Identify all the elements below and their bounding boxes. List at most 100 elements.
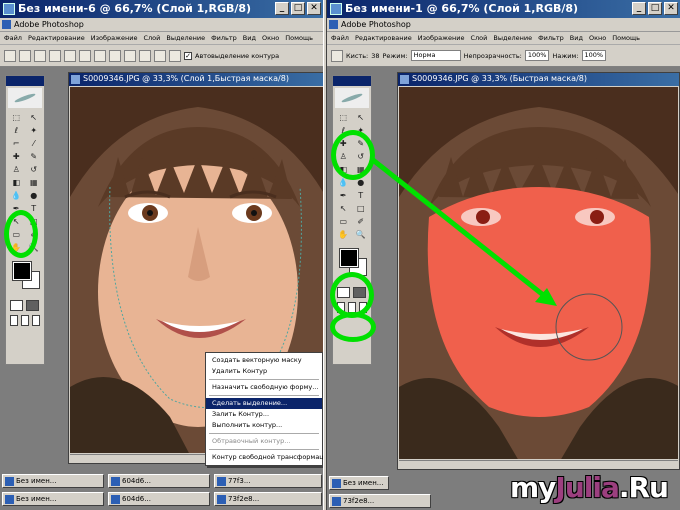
menu-edit[interactable]: Редактирование — [355, 34, 412, 44]
rounded-rect-icon[interactable] — [109, 49, 121, 62]
magic-wand-icon[interactable]: ✦ — [25, 125, 42, 137]
dodge-tool-icon[interactable]: ● — [25, 190, 42, 202]
mode-select[interactable]: Норма — [410, 50, 461, 61]
notes-tool-icon[interactable]: ▭ — [335, 216, 352, 228]
menu-filter[interactable]: Фильтр — [211, 34, 237, 44]
opacity-field[interactable]: 100% — [524, 50, 550, 61]
ctx-create-vector-mask[interactable]: Создать векторную маску — [206, 355, 322, 366]
ctx-delete-path[interactable]: Удалить Контур — [206, 366, 322, 377]
quick-mask-mode-button[interactable] — [353, 287, 366, 298]
fill-pixels-icon[interactable] — [49, 49, 61, 62]
toolbox-header[interactable] — [6, 76, 44, 86]
pen-tool-icon[interactable]: ✒ — [335, 190, 352, 202]
shape-tool-icon[interactable]: □ — [25, 216, 42, 228]
menu-window[interactable]: Окно — [589, 34, 606, 44]
eyedropper-icon[interactable]: ✐ — [25, 229, 42, 241]
menu-file[interactable]: Файл — [331, 34, 349, 44]
photoshop-feather-logo[interactable] — [8, 88, 42, 108]
task-73f2e8-right[interactable]: 73f2e8... — [329, 494, 431, 508]
slice-tool-icon[interactable]: ⁄ — [25, 138, 42, 150]
ctx-define-custom-shape[interactable]: Назначить свободную форму... — [206, 382, 322, 393]
menu-file[interactable]: Файл — [4, 34, 22, 44]
menu-view[interactable]: Вид — [243, 34, 256, 44]
marquee-tool-icon[interactable]: ⬚ — [335, 112, 352, 124]
eraser-icon[interactable]: ◧ — [335, 164, 352, 176]
pen-icon[interactable] — [64, 49, 76, 62]
task-77f3[interactable]: 77f3... — [214, 474, 322, 488]
paths-icon[interactable] — [34, 49, 46, 62]
rectangle-icon[interactable] — [94, 49, 106, 62]
hand-tool-icon[interactable]: ✋ — [8, 242, 25, 254]
right-window-titlebar[interactable]: Без имени-1 @ 66,7% (Слой 1,RGB/8) _ □ ✕ — [327, 0, 680, 18]
task-untitled-right[interactable]: Без имен... — [329, 476, 389, 490]
polygon-icon[interactable] — [139, 49, 151, 62]
menu-help[interactable]: Помощь — [285, 34, 313, 44]
foreground-color-swatch[interactable] — [12, 261, 32, 281]
type-tool-icon[interactable]: T — [25, 203, 42, 215]
crop-tool-icon[interactable]: ⌐ — [8, 138, 25, 150]
task-73f2e8[interactable]: 73f2e8... — [214, 492, 322, 506]
menu-window[interactable]: Окно — [262, 34, 279, 44]
toolbox-header[interactable] — [333, 76, 371, 86]
ctx-fill-path[interactable]: Залить Контур... — [206, 409, 322, 420]
right-document-hscroll[interactable] — [399, 460, 678, 469]
shape-layers-icon[interactable] — [19, 49, 31, 62]
left-window-titlebar[interactable]: Без имени-6 @ 66,7% (Слой 1,RGB/8) _ □ ✕ — [0, 0, 323, 18]
healing-brush-icon[interactable]: ✚ — [8, 151, 25, 163]
screen-mode-standard[interactable] — [337, 302, 345, 313]
auto-add-delete-checkbox[interactable]: ✓ — [184, 51, 192, 60]
menu-layer[interactable]: Слой — [470, 34, 487, 44]
minimize-button[interactable]: _ — [632, 2, 646, 15]
menu-image[interactable]: Изображение — [418, 34, 465, 44]
flow-field[interactable]: 100% — [581, 50, 607, 61]
ctx-free-transform-path[interactable]: Контур свободной трансформации — [206, 452, 323, 463]
menu-view[interactable]: Вид — [570, 34, 583, 44]
brush-preset-icon[interactable] — [331, 49, 343, 62]
ellipse-icon[interactable] — [124, 49, 136, 62]
brush-size[interactable]: 38 — [371, 52, 379, 60]
task-untitled-2[interactable]: Без имен... — [2, 492, 104, 506]
magic-wand-icon[interactable]: ✦ — [352, 125, 369, 137]
marquee-tool-icon[interactable]: ⬚ — [8, 112, 25, 124]
close-button[interactable]: ✕ — [307, 2, 321, 15]
right-document-titlebar[interactable]: S0009346.JPG @ 33,3% (Быстрая маска/8) — [398, 73, 679, 86]
zoom-tool-icon[interactable]: 🔍 — [25, 242, 42, 254]
menu-help[interactable]: Помощь — [612, 34, 640, 44]
line-icon[interactable] — [154, 49, 166, 62]
gradient-icon[interactable]: ▦ — [25, 177, 42, 189]
screen-mode-full[interactable] — [359, 302, 367, 313]
eraser-icon[interactable]: ◧ — [8, 177, 25, 189]
standard-mode-button[interactable] — [337, 287, 350, 298]
standard-mode-button[interactable] — [10, 300, 23, 311]
notes-tool-icon[interactable]: ▭ — [8, 229, 25, 241]
screen-mode-full[interactable] — [32, 315, 40, 326]
history-brush-icon[interactable]: ↺ — [25, 164, 42, 176]
close-button[interactable]: ✕ — [664, 2, 678, 15]
lasso-tool-icon[interactable]: ℓ — [8, 125, 25, 137]
screen-mode-standard[interactable] — [10, 315, 18, 326]
menu-image[interactable]: Изображение — [91, 34, 138, 44]
quick-mask-mode-button[interactable] — [26, 300, 39, 311]
custom-shape-icon[interactable] — [169, 49, 181, 62]
clone-stamp-icon[interactable]: ♙ — [8, 164, 25, 176]
move-tool-icon[interactable]: ↖ — [25, 112, 42, 124]
maximize-button[interactable]: □ — [291, 2, 305, 15]
foreground-color-swatch[interactable] — [339, 248, 359, 268]
hand-tool-icon[interactable]: ✋ — [335, 229, 352, 241]
ctx-make-selection[interactable]: Сделать выделение... — [206, 398, 322, 409]
blur-tool-icon[interactable]: 💧 — [8, 190, 25, 202]
path-select-icon[interactable]: ↖ — [335, 203, 352, 215]
photoshop-feather-logo[interactable] — [335, 88, 369, 108]
healing-brush-icon[interactable]: ✚ — [335, 138, 352, 150]
pen-tool-preset-icon[interactable] — [4, 49, 16, 62]
task-604d6-2[interactable]: 604d6... — [108, 492, 210, 506]
menu-edit[interactable]: Редактирование — [28, 34, 85, 44]
menu-layer[interactable]: Слой — [143, 34, 160, 44]
brush-tool-icon[interactable]: ✎ — [25, 151, 42, 163]
menu-select[interactable]: Выделение — [166, 34, 205, 44]
screen-mode-full-menu[interactable] — [21, 315, 29, 326]
menu-select[interactable]: Выделение — [493, 34, 532, 44]
screen-mode-full-menu[interactable] — [348, 302, 356, 313]
lasso-tool-icon[interactable]: ℓ — [335, 125, 352, 137]
task-untitled[interactable]: Без имен... — [2, 474, 104, 488]
